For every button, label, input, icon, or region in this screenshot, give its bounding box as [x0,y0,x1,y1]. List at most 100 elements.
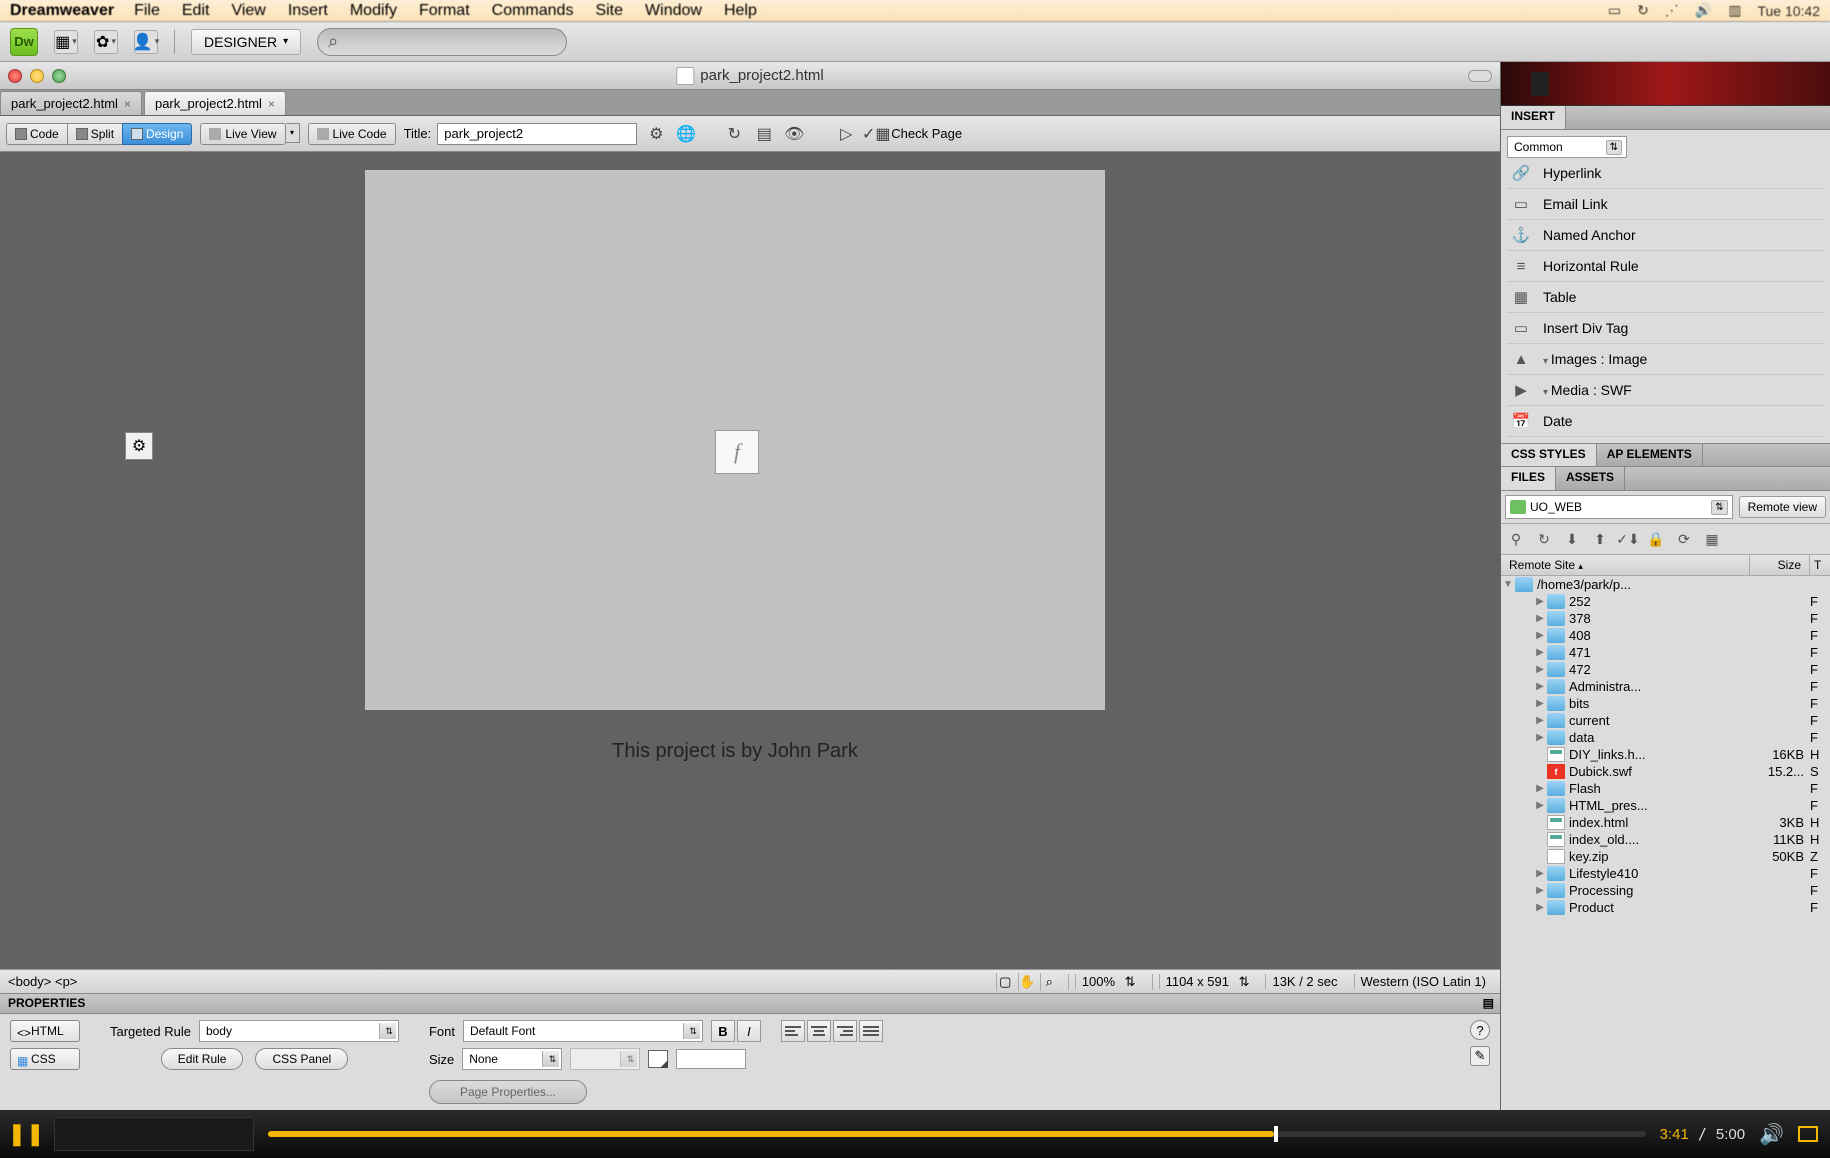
insert-item-anchor[interactable]: ⚓Named Anchor [1507,220,1824,251]
file-tree-item[interactable]: DIY_links.h...16KBH [1501,746,1830,763]
align-justify-button[interactable] [859,1020,883,1042]
clock[interactable]: Tue 10:42 [1757,3,1820,19]
insert-item-image[interactable]: ▲Images : Image [1507,344,1824,375]
caption-text[interactable]: This project is by John Park [365,740,1105,763]
file-tree-root[interactable]: ▼ /home3/park/p... [1501,576,1830,593]
insert-item-mail[interactable]: ▭Email Link [1507,189,1824,220]
insert-item-hr[interactable]: ≡Horizontal Rule [1507,251,1824,282]
file-tree-item[interactable]: index_old....11KBH [1501,831,1830,848]
display-icon[interactable]: ▭ [1608,2,1621,19]
menu-modify[interactable]: Modify [350,2,397,20]
file-tree-item[interactable]: ▶currentF [1501,712,1830,729]
file-tree-item[interactable]: ▶HTML_pres...F [1501,797,1830,814]
pause-button[interactable]: ❚❚ [12,1120,40,1148]
menu-commands[interactable]: Commands [492,2,574,20]
edit-rule-button[interactable]: Edit Rule [161,1048,244,1070]
document-tab-0[interactable]: park_project2.html × [0,91,142,115]
file-tree-item[interactable]: ▶bitsF [1501,695,1830,712]
text-color-swatch[interactable] [648,1050,668,1068]
checkout-icon[interactable]: ✓⬇ [1617,528,1639,550]
site-dropdown[interactable]: UO_WEB [1505,495,1733,519]
files-col-size[interactable]: Size [1750,555,1810,575]
encoding[interactable]: Western (ISO Latin 1) [1354,974,1492,989]
put-files-icon[interactable]: ⬆ [1589,528,1611,550]
zoom-level[interactable]: 100% ⇅ [1068,974,1142,990]
size-unit-select[interactable]: ⇅ [570,1048,640,1070]
font-select[interactable]: Default Font⇅ [463,1020,703,1042]
file-tree-item[interactable]: ▶Lifestyle410F [1501,865,1830,882]
volume-button[interactable]: 🔊 [1759,1122,1784,1147]
color-hex-input[interactable] [676,1049,746,1069]
file-tree-item[interactable]: ▶408F [1501,627,1830,644]
file-tree-item[interactable]: ▶378F [1501,610,1830,627]
files-col-type[interactable]: T [1810,555,1830,575]
files-col-name[interactable]: Remote Site ▴ [1501,555,1750,575]
get-files-icon[interactable]: ⬇ [1561,528,1583,550]
file-tree-item[interactable]: ▶ProductF [1501,899,1830,916]
css-panel-button[interactable]: CSS Panel [255,1048,348,1070]
visual-aids-icon[interactable]: 👁 [783,123,805,145]
video-progress-bar[interactable] [268,1131,1646,1137]
close-window-button[interactable] [8,69,22,83]
zoom-tool-icon[interactable]: ⌕ [1040,973,1058,991]
insert-item-swf[interactable]: ▶Media : SWF [1507,375,1824,406]
search-input[interactable] [317,28,567,56]
file-tree-item[interactable]: ▶FlashF [1501,780,1830,797]
menu-window[interactable]: Window [645,2,702,20]
bold-button[interactable]: B [711,1020,735,1042]
size-select[interactable]: None⇅ [462,1048,562,1070]
page-properties-button[interactable]: Page Properties... [429,1080,587,1104]
insert-item-date[interactable]: 📅Date [1507,406,1824,437]
targeted-rule-select[interactable]: body⇅ [199,1020,399,1042]
file-tree-item[interactable]: ▶dataF [1501,729,1830,746]
battery-icon[interactable]: ▥ [1728,2,1741,19]
minimize-window-button[interactable] [30,69,44,83]
panel-menu-icon[interactable]: ▤ [1483,996,1494,1010]
live-view-button[interactable]: Live View [200,123,285,145]
menu-insert[interactable]: Insert [288,2,328,20]
align-left-button[interactable] [781,1020,805,1042]
workspace-dropdown[interactable]: DESIGNER ▾ [191,29,301,55]
css-styles-tab[interactable]: CSS STYLES [1501,444,1597,466]
wifi-icon[interactable]: ⋰ [1665,2,1679,19]
insert-item-div[interactable]: ▭Insert Div Tag [1507,313,1824,344]
menu-site[interactable]: Site [595,2,623,20]
file-tree-item[interactable]: ▶252F [1501,593,1830,610]
window-dimensions[interactable]: 1104 x 591 ⇅ [1152,974,1256,990]
expand-icon[interactable]: ▦ [1701,528,1723,550]
view-options-icon[interactable]: ▤ [753,123,775,145]
code-view-button[interactable]: Code [6,123,68,145]
refresh-files-icon[interactable]: ↻ [1533,528,1555,550]
validate-icon[interactable]: ▷ [835,123,857,145]
hand-tool-icon[interactable]: ✋ [1018,973,1036,991]
close-tab-icon[interactable]: × [268,97,275,111]
menu-edit[interactable]: Edit [182,2,210,20]
tag-path[interactable]: <body> <p> [8,974,77,989]
document-tab-1[interactable]: park_project2.html × [144,91,286,115]
close-tab-icon[interactable]: × [124,97,131,111]
insert-panel-tab[interactable]: INSERT [1501,106,1566,129]
align-right-button[interactable] [833,1020,857,1042]
file-tree-item[interactable]: ▶472F [1501,661,1830,678]
sync-icon[interactable]: ↻ [1637,2,1649,19]
menu-help[interactable]: Help [724,2,757,20]
zoom-window-button[interactable] [52,69,66,83]
css-mode-button[interactable]: ▦CSS [10,1048,80,1070]
design-canvas[interactable]: ⚙ f This project is by John Park [0,152,1500,969]
insert-category-dropdown[interactable]: Common [1507,136,1627,158]
file-tree-item[interactable]: fDubick.swf15.2...S [1501,763,1830,780]
insert-item-table[interactable]: ▦Table [1507,282,1824,313]
title-input[interactable] [437,123,637,145]
progress-thumb[interactable] [1274,1126,1278,1142]
preview-browser-icon[interactable]: 🌐 [675,123,697,145]
help-icon[interactable]: ? [1470,1020,1490,1040]
layout-menu-button[interactable]: ▦ [54,30,78,54]
design-view-button[interactable]: Design [122,123,192,145]
live-code-button[interactable]: Live Code [308,123,396,145]
checkin-icon[interactable]: 🔒 [1645,528,1667,550]
assets-panel-tab[interactable]: ASSETS [1556,467,1625,490]
menu-view[interactable]: View [231,2,265,20]
align-center-button[interactable] [807,1020,831,1042]
view-mode-button[interactable]: Remote view [1739,496,1826,518]
sync-icon[interactable]: ⟳ [1673,528,1695,550]
